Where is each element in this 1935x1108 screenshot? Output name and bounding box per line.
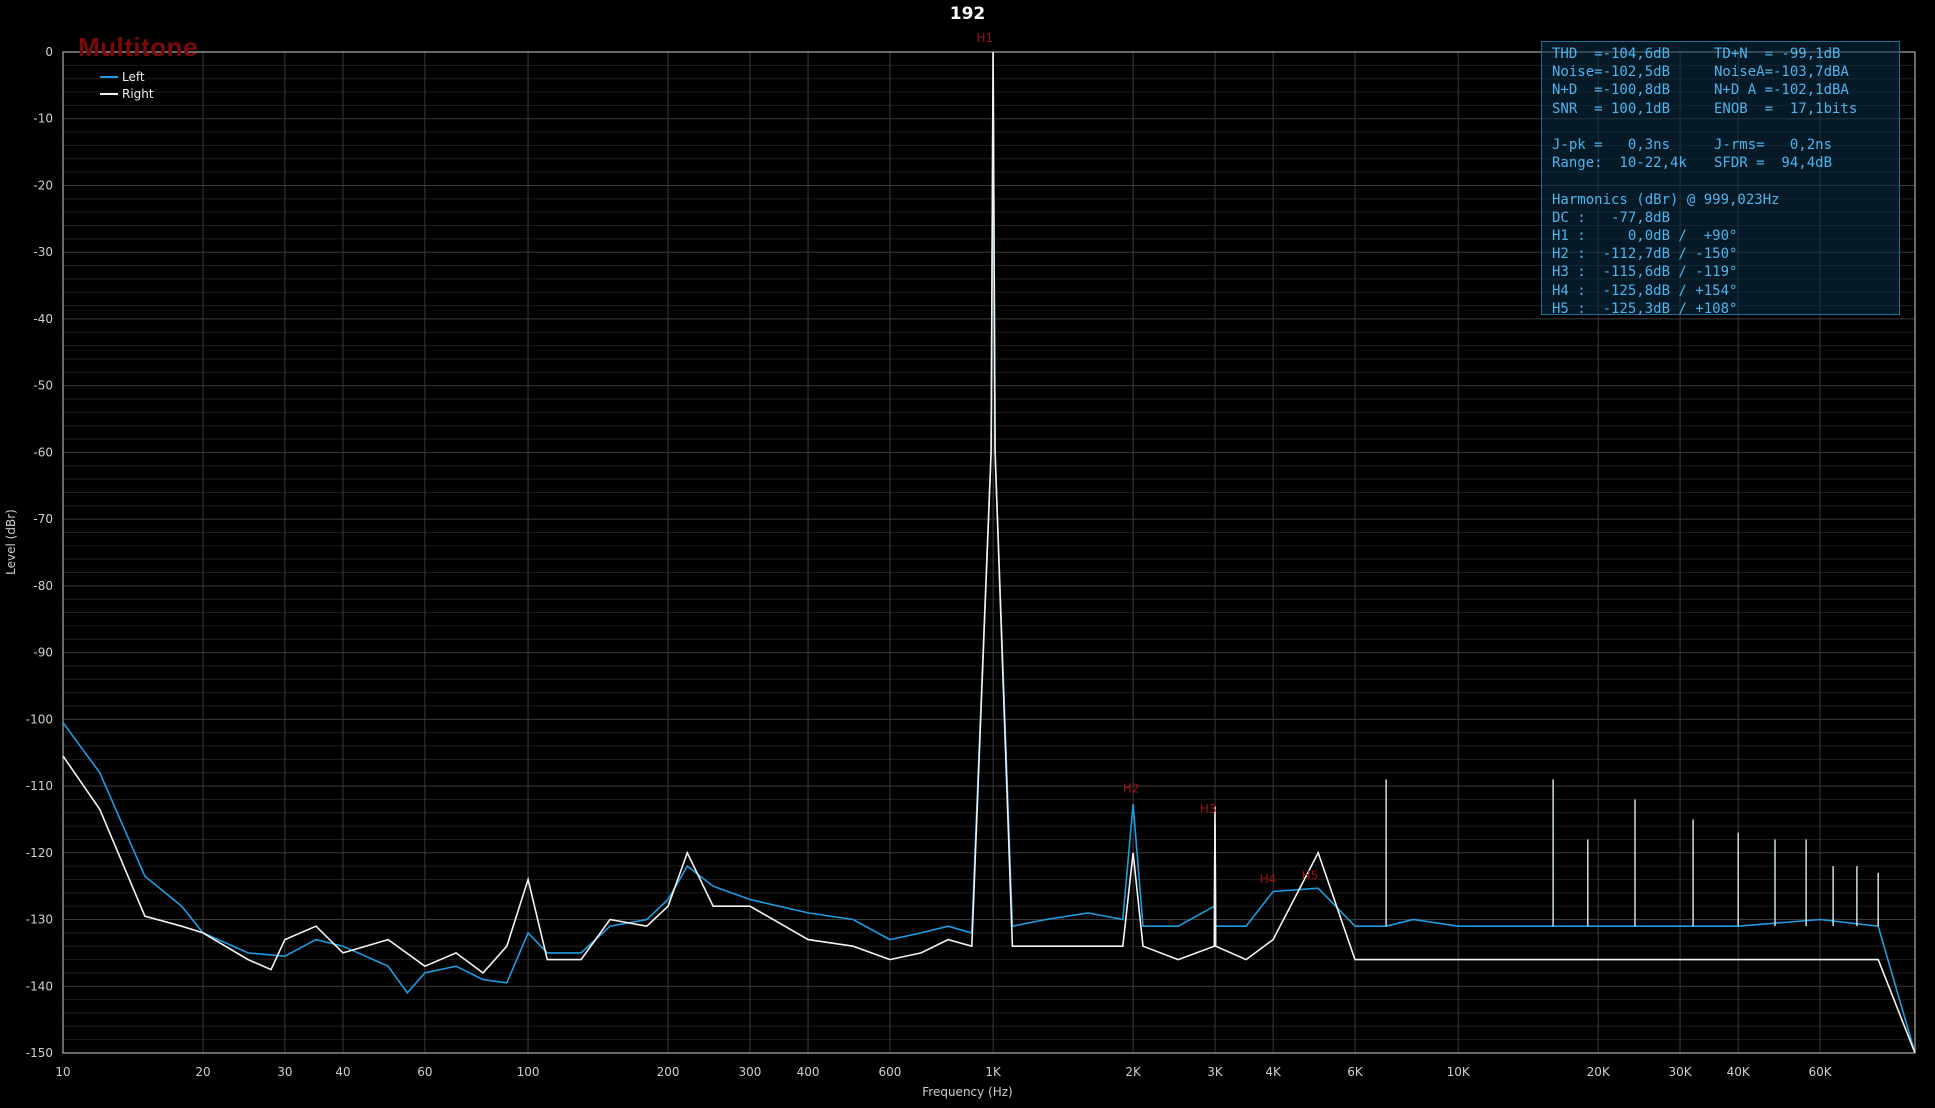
x-tick-label: 4K xyxy=(1265,1065,1282,1079)
x-tick-label: 20K xyxy=(1587,1065,1611,1079)
legend-item-right: Right xyxy=(100,85,154,102)
legend-swatch-right xyxy=(100,92,118,95)
harmonic-label-h4: H4 xyxy=(1260,872,1277,886)
legend: Left Right xyxy=(100,68,154,102)
x-tick-label: 2K xyxy=(1125,1065,1142,1079)
y-tick-label: -20 xyxy=(33,178,53,192)
multitone-brand: Multitone xyxy=(78,32,199,62)
x-tick-label: 30K xyxy=(1669,1065,1693,1079)
harmonic-label-h5: H5 xyxy=(1302,868,1319,882)
y-tick-label: -120 xyxy=(26,846,53,860)
legend-swatch-left xyxy=(100,75,118,78)
x-axis-label: Frequency (Hz) xyxy=(922,1085,1013,1099)
harmonic-label-h2: H2 xyxy=(1123,782,1140,796)
x-tick-label: 400 xyxy=(797,1065,820,1079)
legend-label-left: Left xyxy=(122,69,145,84)
y-tick-label: -60 xyxy=(33,445,53,459)
x-tick-label: 40 xyxy=(335,1065,350,1079)
measurement-panel: THD =-104,6dB Noise=-102,5dB N+D =-100,8dB… xyxy=(1541,41,1900,317)
stat-line: Noise=-102,5dB xyxy=(1552,64,1671,81)
stat-line: DC : -77,8dB xyxy=(1552,209,1671,226)
y-tick-label: -30 xyxy=(33,245,53,259)
y-tick-label: -90 xyxy=(33,646,53,660)
x-tick-label: 40K xyxy=(1727,1065,1751,1079)
x-tick-label: 10K xyxy=(1447,1065,1471,1079)
stat-line: THD =-104,6dB xyxy=(1552,46,1671,62)
y-tick-label: -140 xyxy=(26,979,53,993)
stat-line-right: N+D A =-102,1dBA xyxy=(1714,82,1849,99)
x-tick-label: 60K xyxy=(1809,1065,1833,1079)
x-tick-label: 200 xyxy=(657,1065,680,1079)
stat-line: SNR = 100,1dB xyxy=(1552,100,1671,117)
stat-line-right: SFDR = 94,4dB xyxy=(1714,155,1833,172)
stat-line-right: TD+N = -99,1dB xyxy=(1714,46,1841,62)
x-tick-label: 600 xyxy=(878,1065,901,1079)
stat-line-right: NoiseA=-103,7dBA xyxy=(1714,64,1849,81)
legend-item-left: Left xyxy=(100,68,154,85)
legend-label-right: Right xyxy=(122,86,154,101)
stat-line: H1 : 0,0dB / +90° xyxy=(1552,228,1738,244)
y-tick-label: -150 xyxy=(26,1046,53,1060)
stat-line: H4 : -125,8dB / +154° xyxy=(1552,282,1738,299)
stat-line-right: J-rms= 0,2ns xyxy=(1714,137,1833,153)
x-tick-label: 3K xyxy=(1207,1065,1224,1079)
x-tick-label: 1K xyxy=(985,1065,1002,1079)
x-tick-label: 100 xyxy=(517,1065,540,1079)
y-tick-label: -110 xyxy=(26,779,53,793)
stat-line: Harmonics (dBr) @ 999,023Hz xyxy=(1552,191,1780,208)
stat-line: H5 : -125,3dB / +108° xyxy=(1552,300,1738,317)
x-tick-label: 30 xyxy=(277,1065,292,1079)
stat-line-right: ENOB = 17,1bits xyxy=(1714,100,1858,117)
y-tick-label: -10 xyxy=(33,112,53,126)
x-tick-label: 300 xyxy=(738,1065,761,1079)
stat-line: Range: 10-22,4k xyxy=(1552,155,1687,172)
y-tick-label: -50 xyxy=(33,379,53,393)
x-tick-label: 6K xyxy=(1347,1065,1364,1079)
stat-line: N+D =-100,8dB xyxy=(1552,82,1671,99)
x-tick-label: 10 xyxy=(55,1065,70,1079)
harmonic-label-h3: H3 xyxy=(1200,802,1217,816)
stat-line: H3 : -115,6dB / -119° xyxy=(1552,264,1738,281)
x-tick-label: 60 xyxy=(417,1065,432,1079)
y-tick-label: -70 xyxy=(33,512,53,526)
y-tick-label: 0 xyxy=(45,45,53,59)
stat-line: J-pk = 0,3ns xyxy=(1552,137,1671,153)
y-tick-label: -100 xyxy=(26,712,53,726)
stat-line: H2 : -112,7dB / -150° xyxy=(1552,246,1738,263)
y-tick-label: -40 xyxy=(33,312,53,326)
x-tick-label: 20 xyxy=(195,1065,210,1079)
y-axis-label: Level (dBr) xyxy=(4,509,18,575)
y-tick-label: -80 xyxy=(33,579,53,593)
y-tick-label: -130 xyxy=(26,913,53,927)
harmonic-label-h1: H1 xyxy=(977,31,994,45)
